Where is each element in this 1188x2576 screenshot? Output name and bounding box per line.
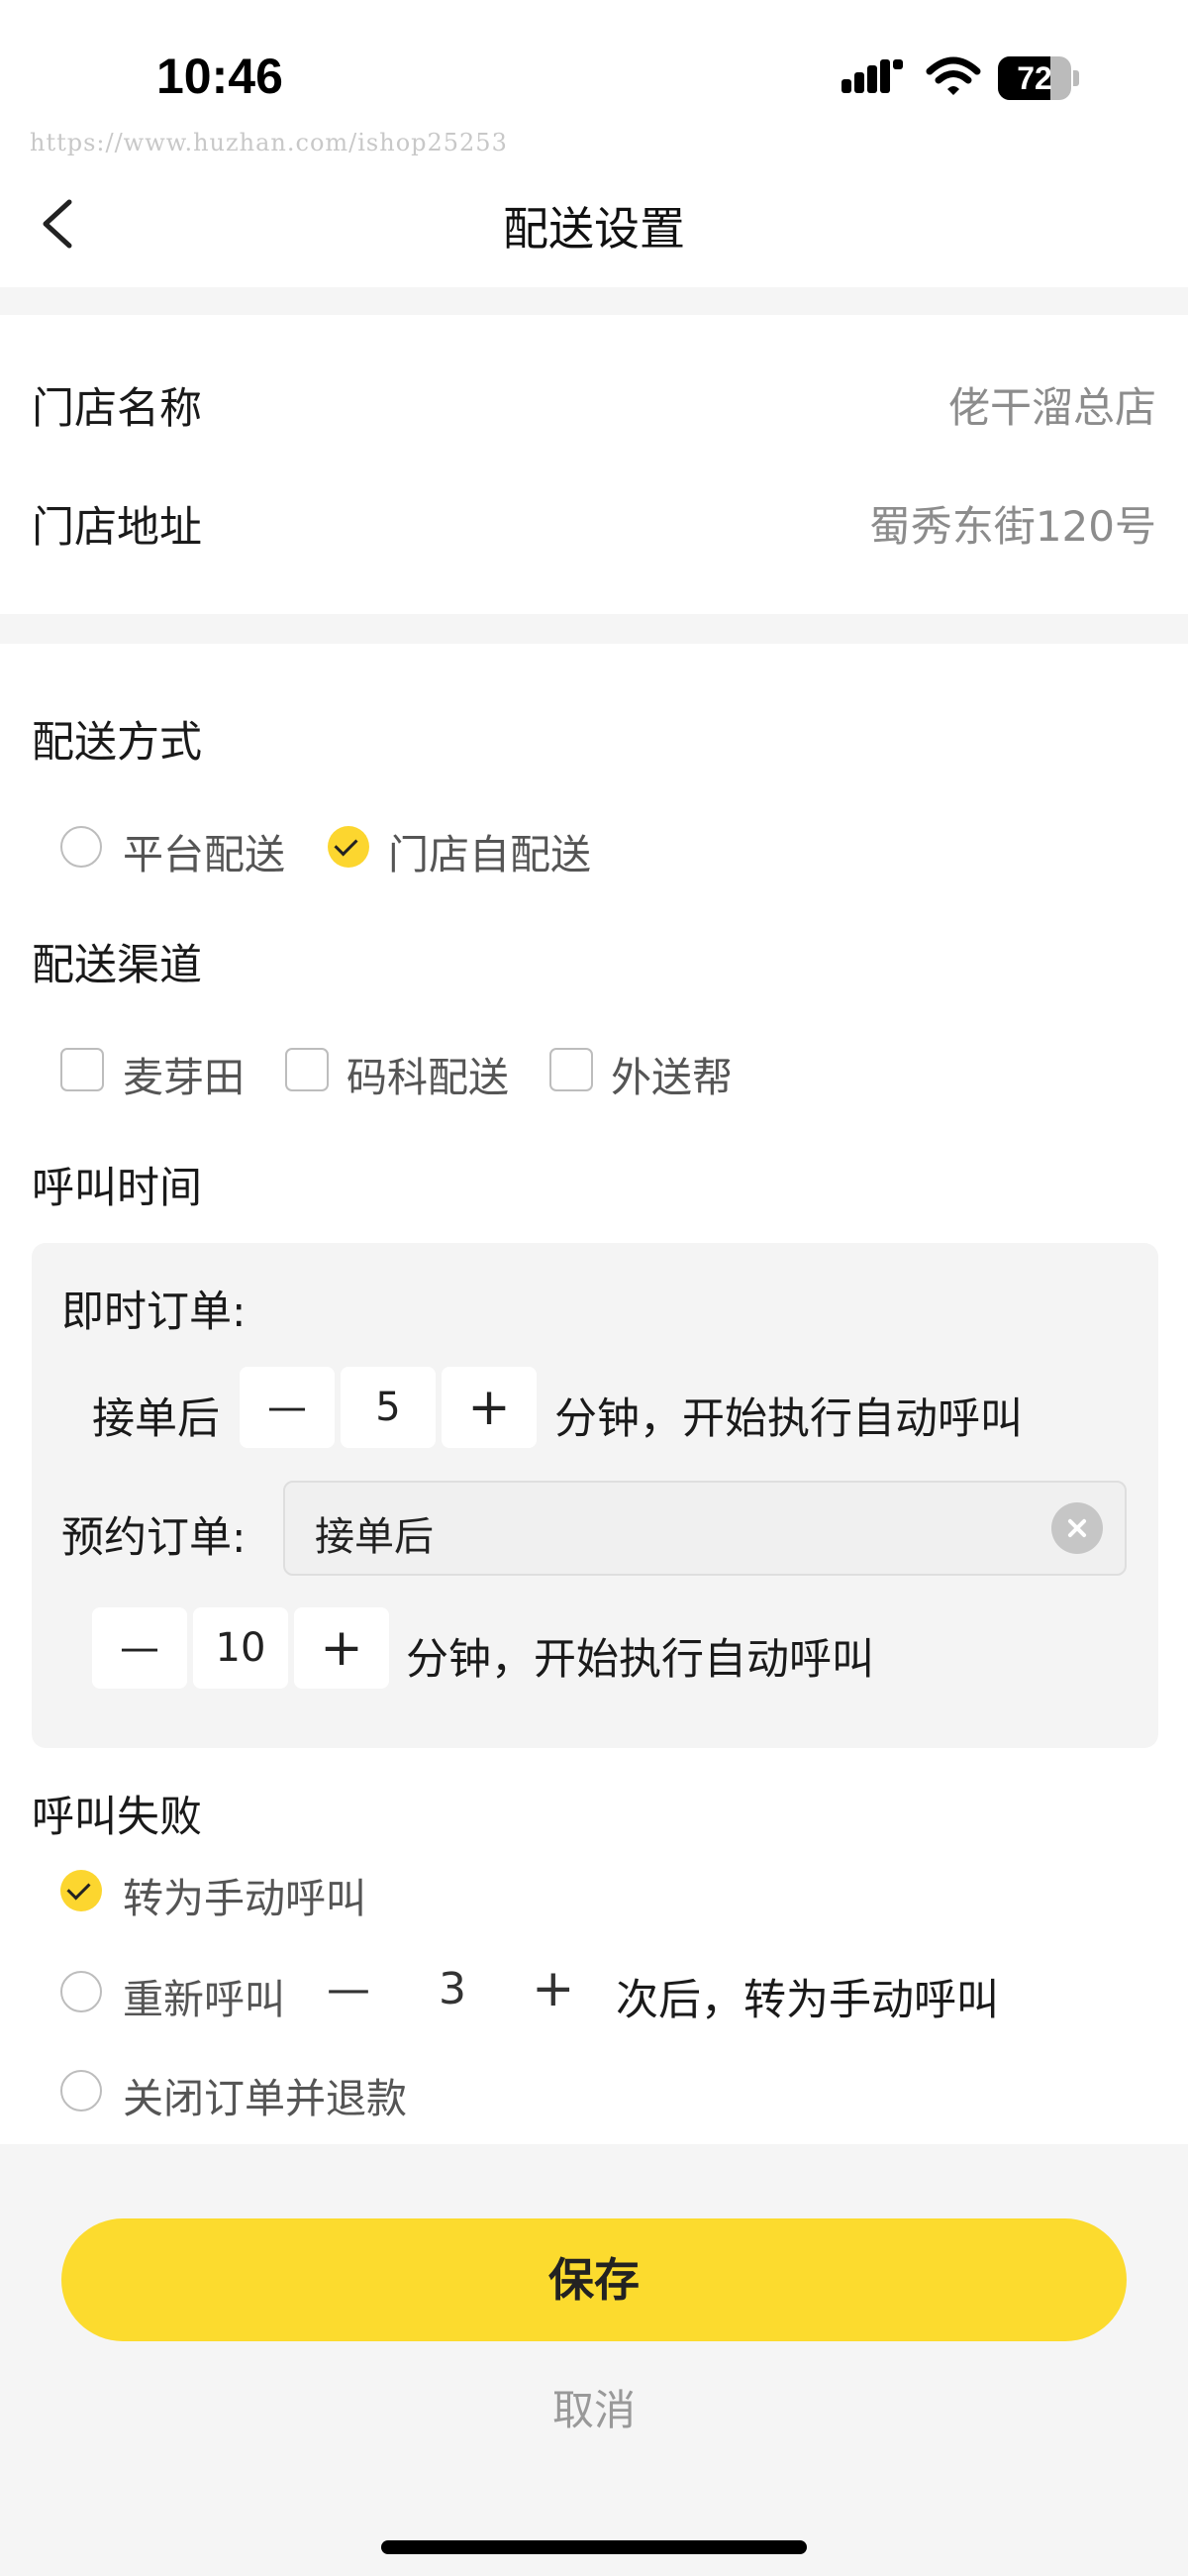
channel-maiyatian-label[interactable]: 麦芽田	[123, 1044, 245, 1103]
instant-plus-button[interactable]: +	[442, 1367, 537, 1448]
recall-plus-button[interactable]: +	[532, 1959, 575, 2018]
radio-platform-delivery[interactable]	[60, 826, 102, 868]
instant-minus-button[interactable]: —	[240, 1367, 335, 1448]
store-delivery-label[interactable]: 门店自配送	[388, 821, 591, 880]
reserve-plus-button[interactable]: +	[294, 1607, 389, 1689]
channel-make-delivery-label[interactable]: 码科配送	[346, 1044, 509, 1103]
reserve-trigger-value: 接单后	[315, 1514, 434, 1560]
reserve-suffix: 分钟，开始执行自动呼叫	[406, 1635, 874, 1685]
manual-call-label[interactable]: 转为手动呼叫	[123, 1865, 366, 1924]
platform-delivery-label[interactable]: 平台配送	[123, 821, 285, 880]
store-address-value: 蜀秀东街120号	[868, 502, 1156, 551]
store-info-card	[0, 315, 1188, 614]
clear-icon[interactable]	[1051, 1502, 1103, 1554]
battery-icon: 72	[998, 56, 1079, 100]
radio-store-delivery[interactable]	[328, 826, 369, 868]
delivery-method-title: 配送方式	[32, 718, 202, 768]
instant-prefix: 接单后	[92, 1394, 220, 1444]
checkbox-waisongbang[interactable]	[549, 1048, 593, 1091]
instant-minutes-value[interactable]: 5	[341, 1367, 436, 1448]
call-fail-title: 呼叫失败	[32, 1793, 202, 1842]
watermark-url: https://www.huzhan.com/ishop25253	[30, 129, 508, 156]
store-name-value: 佬干溜总店	[947, 383, 1156, 432]
recall-label[interactable]: 重新呼叫	[123, 1966, 285, 2025]
channel-waisongbang-label[interactable]: 外送帮	[611, 1044, 733, 1103]
reserve-minutes-value[interactable]: 10	[193, 1607, 288, 1689]
close-refund-label[interactable]: 关闭订单并退款	[123, 2065, 407, 2124]
instant-suffix: 分钟，开始执行自动呼叫	[554, 1394, 1023, 1444]
home-indicator	[381, 2540, 807, 2554]
delivery-channel-title: 配送渠道	[32, 941, 202, 990]
radio-recall[interactable]	[60, 1971, 102, 2012]
battery-level: 72	[1017, 60, 1052, 96]
reserve-trigger-select[interactable]: 接单后	[283, 1481, 1127, 1576]
page-title: 配送设置	[503, 202, 685, 256]
cancel-button[interactable]: 取消	[0, 2377, 1188, 2437]
radio-manual-call[interactable]	[60, 1870, 102, 1911]
instant-order-label: 即时订单:	[61, 1288, 247, 1337]
reserve-minus-button[interactable]: —	[92, 1607, 187, 1689]
save-button[interactable]: 保存	[61, 2218, 1127, 2341]
store-address-label: 门店地址	[32, 503, 202, 553]
wifi-icon	[926, 56, 981, 95]
call-time-title: 呼叫时间	[32, 1164, 202, 1213]
recall-minus-button[interactable]: —	[327, 1964, 370, 2014]
checkbox-make-delivery[interactable]	[285, 1048, 329, 1091]
checkbox-maiyatian[interactable]	[60, 1048, 104, 1091]
recall-suffix: 次后，转为手动呼叫	[616, 1976, 999, 2025]
reserve-order-label: 预约订单:	[61, 1513, 247, 1563]
status-time: 10:46	[156, 49, 283, 104]
cellular-signal-icon	[842, 59, 903, 93]
recall-count-value[interactable]: 3	[439, 1964, 466, 2014]
store-name-label: 门店名称	[32, 384, 202, 434]
radio-close-refund[interactable]	[60, 2070, 102, 2112]
